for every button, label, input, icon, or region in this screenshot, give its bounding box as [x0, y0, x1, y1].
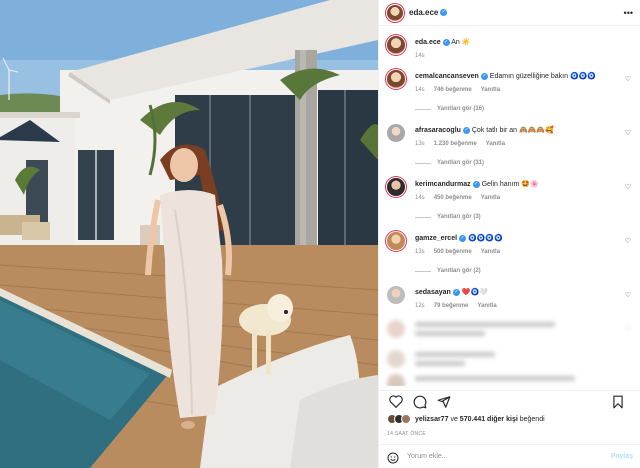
commenter-avatar[interactable]	[387, 286, 405, 304]
comment-emoji: 🙈🙈🙈🥰	[518, 127, 554, 134]
blurred-avatar	[387, 374, 405, 386]
post-comment-button[interactable]: Paylaş	[611, 453, 633, 460]
likes-summary[interactable]: yelizsar77 ve 570.441 diğer kişi beğendi	[387, 414, 633, 424]
comment-time: 13s	[415, 249, 425, 255]
blurred-avatar	[387, 350, 405, 368]
post-timestamp: 14 SAAT ÖNCE	[387, 431, 426, 437]
verified-badge-icon: ✓	[462, 126, 470, 134]
like-comment-heart-icon[interactable]: ♡	[625, 183, 631, 191]
view-replies-button[interactable]: Yanıtları gör (16)	[415, 106, 484, 112]
like-comment-heart-icon[interactable]: ♡	[625, 75, 631, 83]
reply-button[interactable]: Yanıtla	[477, 302, 496, 311]
commenter-avatar[interactable]	[387, 70, 405, 88]
comment-text: Edamın güzelliğine bakın	[489, 73, 568, 80]
comment-time: 12s	[415, 303, 425, 309]
reply-button[interactable]: Yanıtla	[486, 140, 505, 149]
heart-icon[interactable]	[387, 393, 405, 411]
post-photo[interactable]	[0, 0, 378, 468]
blurred-avatar	[387, 320, 405, 338]
verified-badge-icon: ✓	[480, 72, 488, 80]
reply-button[interactable]: Yanıtla	[481, 194, 500, 203]
view-replies-button[interactable]: Yanıtları gör (2)	[415, 268, 481, 274]
comment-icon[interactable]	[411, 393, 429, 411]
caption-username[interactable]: eda.ece	[415, 39, 441, 46]
author-username[interactable]: eda.ece ✓	[409, 8, 448, 17]
send-icon[interactable]	[435, 393, 453, 411]
comment-text: Çok tatlı bir an	[471, 127, 518, 134]
comment-username[interactable]: cemalcancanseven	[415, 73, 479, 80]
caption-time: 14s	[415, 53, 425, 59]
comment-input[interactable]: Yorum ekle...	[407, 453, 448, 460]
comment-emoji: 🧿🧿🧿🧿	[467, 235, 503, 242]
like-comment-heart-icon[interactable]: ♡	[625, 325, 631, 333]
verified-badge-icon: ✓	[459, 234, 467, 242]
emoji-smiley-icon[interactable]	[387, 451, 399, 463]
bookmark-icon[interactable]	[609, 393, 627, 411]
like-comment-heart-icon[interactable]: ♡	[625, 129, 631, 137]
author-avatar[interactable]	[387, 4, 403, 21]
add-comment-bar: Yorum ekle... Paylaş	[379, 444, 640, 468]
caption-avatar[interactable]	[387, 36, 405, 54]
comment-likes[interactable]: 500 beğenme	[434, 248, 472, 257]
comment-username[interactable]: afrasaracoglu	[415, 127, 461, 134]
caption-emoji: ☀️	[461, 39, 471, 46]
likes-count[interactable]: 570.441 diğer kişi	[460, 416, 518, 423]
comment-username[interactable]: kerimcandurmaz	[415, 181, 471, 188]
post-side-panel: eda.ece ✓ ••• eda.ece ✓ An ☀️ 14s cemalcan…	[378, 0, 640, 468]
comment-list[interactable]: eda.ece ✓ An ☀️ 14s cemalcancanseven ✓ Eda…	[379, 30, 640, 386]
commenter-avatar[interactable]	[387, 178, 405, 196]
comment-likes[interactable]: 450 beğenme	[434, 194, 472, 203]
likes-suffix: beğendi	[519, 415, 545, 423]
view-replies-button[interactable]: Yanıtları gör (3)	[415, 214, 481, 220]
post-action-bar	[379, 390, 640, 412]
verified-badge-icon: ✓	[440, 9, 448, 17]
comment-time: 13s	[415, 141, 425, 147]
comment-emoji: 🧿🧿🧿	[569, 73, 597, 80]
likes-connector: ve	[450, 415, 458, 423]
comment-emoji: 🤩🌸	[521, 181, 539, 188]
caption-text: An	[451, 39, 460, 46]
commenter-avatar[interactable]	[387, 124, 405, 142]
comment-likes[interactable]: 746 beğenme	[434, 86, 472, 95]
comment-emoji: ❤️🧿🤍	[461, 289, 488, 296]
comment-likes[interactable]: 79 beğenme	[434, 302, 469, 311]
like-comment-heart-icon[interactable]: ♡	[625, 291, 631, 299]
comment-text: Gelin hanım	[481, 181, 520, 188]
verified-badge-icon: ✓	[472, 180, 480, 188]
comment-time: 14s	[415, 87, 425, 93]
comment-time: 14s	[415, 195, 425, 201]
reply-button[interactable]: Yanıtla	[481, 86, 500, 95]
view-replies-label: Yanıtları gör (16)	[437, 106, 485, 112]
commenter-avatar[interactable]	[387, 232, 405, 250]
comment-likes[interactable]: 1.230 beğenme	[434, 140, 477, 149]
reply-button[interactable]: Yanıtla	[481, 248, 500, 257]
comment-username[interactable]: sedasayan	[415, 289, 451, 296]
verified-badge-icon: ✓	[452, 288, 460, 296]
comment-username[interactable]: gamze_ercel	[415, 235, 457, 242]
like-comment-heart-icon[interactable]: ♡	[625, 237, 631, 245]
liker-username[interactable]: yelizsar77	[415, 416, 448, 423]
verified-badge-icon: ✓	[442, 38, 450, 46]
view-replies-label: Yanıtları gör (31)	[437, 160, 485, 166]
post-header: eda.ece ✓ •••	[379, 0, 640, 26]
liker-avatar	[401, 414, 411, 424]
villa-photo-illustration	[0, 0, 378, 468]
view-replies-button[interactable]: Yanıtları gör (31)	[415, 160, 484, 166]
view-replies-label: Yanıtları gör (2)	[437, 268, 481, 274]
more-options-icon[interactable]: •••	[624, 8, 633, 18]
view-replies-label: Yanıtları gör (3)	[437, 214, 481, 220]
author-username-text[interactable]: eda.ece	[409, 8, 438, 17]
